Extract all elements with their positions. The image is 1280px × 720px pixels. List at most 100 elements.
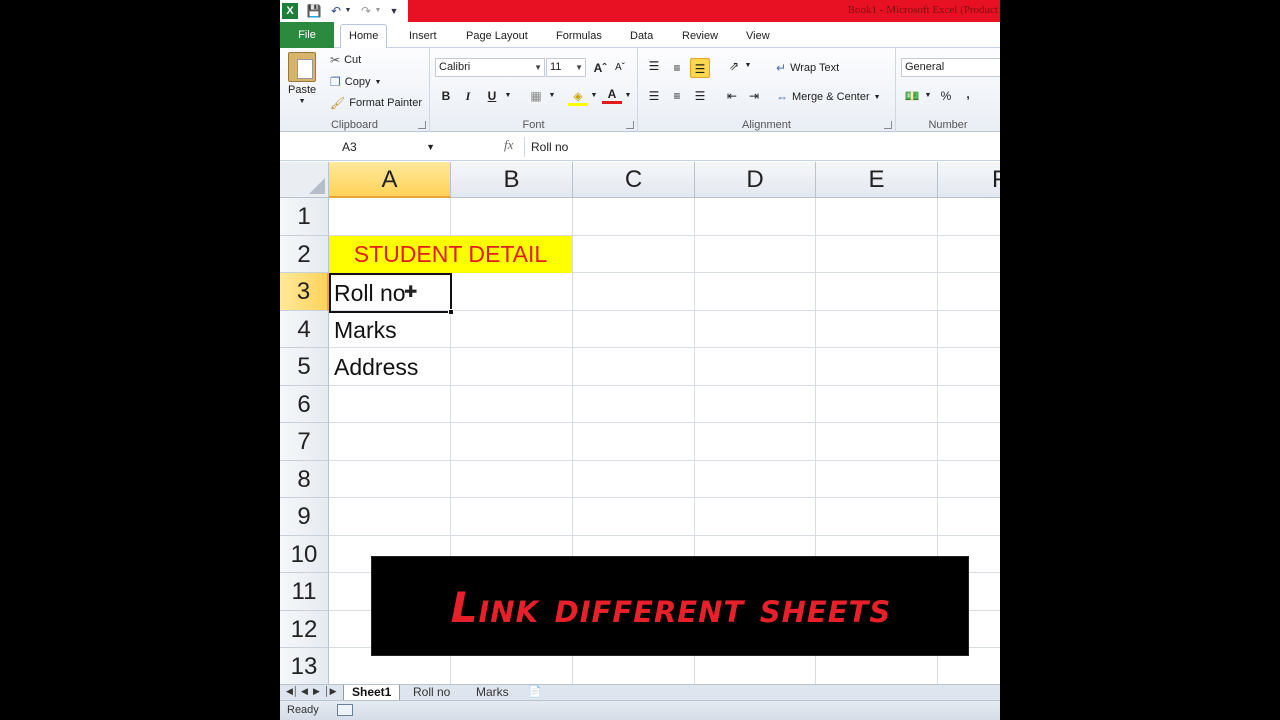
- first-sheet-icon[interactable]: ◀│: [286, 686, 299, 697]
- chevron-down-icon[interactable]: ▼: [738, 56, 758, 76]
- gridline: [329, 535, 1000, 536]
- gridline: [329, 460, 1000, 461]
- merged-cell-student-detail[interactable]: STUDENT DETAIL: [329, 236, 572, 273]
- chevron-down-icon[interactable]: ▼: [374, 3, 382, 19]
- merge-center-button[interactable]: ⇔ Merge & Center ▼: [776, 90, 881, 104]
- sheet-tab-roll-no[interactable]: Roll no: [405, 685, 458, 700]
- column-header-b[interactable]: B: [451, 162, 573, 198]
- italic-button[interactable]: I: [458, 86, 478, 106]
- decrease-indent-icon[interactable]: ⇤: [722, 86, 742, 106]
- previous-sheet-icon[interactable]: ◀: [301, 686, 308, 697]
- undo-icon[interactable]: ↶: [328, 3, 344, 19]
- format-painter-button[interactable]: 🖌 Format Painter: [330, 96, 422, 110]
- grow-font-icon[interactable]: Aˆ: [590, 58, 610, 78]
- row-header-12[interactable]: 12: [280, 611, 329, 648]
- row-header-13[interactable]: 13: [280, 648, 329, 684]
- increase-indent-icon[interactable]: ⇥: [744, 86, 764, 106]
- merge-center-label: Merge & Center: [792, 91, 870, 103]
- dialog-launcher-icon[interactable]: [884, 121, 892, 129]
- insert-sheet-icon[interactable]: 📄: [520, 685, 550, 700]
- chevron-down-icon[interactable]: ▼: [584, 86, 604, 106]
- scissors-icon: ✂: [330, 53, 341, 67]
- align-bottom-icon[interactable]: ☰: [690, 58, 710, 78]
- row-header-3[interactable]: 3: [280, 273, 329, 311]
- row-header-6[interactable]: 6: [280, 386, 329, 423]
- tab-page-layout[interactable]: Page Layout: [458, 25, 536, 47]
- fill-handle[interactable]: [448, 309, 454, 315]
- row-header-8[interactable]: 8: [280, 461, 329, 498]
- chevron-down-icon: ▼: [374, 78, 382, 86]
- column-header-d[interactable]: D: [695, 162, 816, 198]
- row-header-7[interactable]: 7: [280, 423, 329, 461]
- formula-input[interactable]: Roll no: [524, 137, 1000, 157]
- cell-a5[interactable]: Address: [329, 348, 418, 386]
- cut-button[interactable]: ✂ Cut: [330, 53, 361, 67]
- shrink-font-icon[interactable]: Aˇ: [610, 58, 630, 78]
- name-box[interactable]: A3 ▼: [282, 137, 437, 157]
- comma-button[interactable]: ,: [958, 84, 978, 104]
- align-top-icon[interactable]: ☰: [644, 56, 664, 76]
- dialog-launcher-icon[interactable]: [626, 121, 634, 129]
- gridline: [329, 497, 1000, 498]
- cell-a4[interactable]: Marks: [329, 311, 397, 348]
- bold-button[interactable]: B: [436, 86, 456, 106]
- chevron-down-icon[interactable]: ▼: [918, 86, 938, 106]
- row-header-2[interactable]: 2: [280, 236, 329, 273]
- chevron-down-icon[interactable]: ▼: [498, 86, 518, 106]
- row-header-4[interactable]: 4: [280, 311, 329, 348]
- chevron-down-icon[interactable]: ▼: [618, 86, 638, 106]
- row-header-5[interactable]: 5: [280, 348, 329, 386]
- row-header-10[interactable]: 10: [280, 536, 329, 573]
- chevron-down-icon[interactable]: ▼: [426, 137, 435, 157]
- percent-button[interactable]: %: [936, 86, 956, 106]
- tab-data[interactable]: Data: [622, 25, 661, 47]
- tab-formulas[interactable]: Formulas: [548, 25, 610, 47]
- sheet-tab-sheet1[interactable]: Sheet1: [343, 685, 401, 700]
- column-header-f[interactable]: F: [938, 162, 1000, 198]
- row-header-9[interactable]: 9: [280, 498, 329, 536]
- chevron-down-icon: ▼: [534, 63, 542, 72]
- copy-button[interactable]: ❐ Copy ▼: [330, 75, 381, 89]
- dialog-launcher-icon[interactable]: [418, 121, 426, 129]
- customize-icon[interactable]: ▼: [386, 3, 402, 19]
- row-header-11[interactable]: 11: [280, 573, 329, 611]
- tab-view[interactable]: View: [738, 25, 778, 47]
- column-header-c[interactable]: C: [573, 162, 695, 198]
- quick-access-toolbar: X 💾 ↶ ▼ ↷ ▼ ▼: [282, 2, 402, 20]
- cut-label: Cut: [344, 54, 362, 66]
- format-painter-label: Format Painter: [349, 97, 422, 109]
- select-all-button[interactable]: [280, 162, 329, 198]
- font-size-value: 11: [550, 61, 562, 73]
- excel-logo-icon[interactable]: X: [282, 3, 298, 19]
- last-sheet-icon[interactable]: │▶: [324, 686, 337, 697]
- tab-insert[interactable]: Insert: [401, 25, 445, 47]
- wrap-text-button[interactable]: ↵ Wrap Text: [776, 61, 839, 75]
- tab-home[interactable]: Home: [340, 24, 388, 49]
- align-right-icon[interactable]: ☰: [690, 86, 710, 106]
- paste-button[interactable]: Paste ▼: [288, 52, 316, 105]
- chevron-down-icon[interactable]: ▼: [542, 86, 562, 106]
- sheet-tab-marks[interactable]: Marks: [468, 685, 517, 700]
- tab-file[interactable]: File: [280, 22, 334, 48]
- number-format-select[interactable]: General: [901, 58, 1000, 77]
- align-center-icon[interactable]: ≡: [667, 86, 687, 106]
- chevron-down-icon[interactable]: ▼: [344, 3, 352, 19]
- row-header-1[interactable]: 1: [280, 198, 329, 236]
- redo-icon[interactable]: ↷: [358, 3, 374, 19]
- save-icon[interactable]: 💾: [306, 3, 322, 19]
- active-cell-selection: [329, 273, 454, 315]
- next-sheet-icon[interactable]: ▶: [313, 686, 320, 697]
- window-title: Book1 - Microsoft Excel (Product: [847, 4, 998, 16]
- font-name-select[interactable]: Calibri ▼: [435, 58, 545, 77]
- tab-review[interactable]: Review: [674, 25, 726, 47]
- font-size-select[interactable]: 11 ▼: [546, 58, 586, 77]
- align-left-icon[interactable]: ☰: [644, 86, 664, 106]
- align-middle-icon[interactable]: ≡: [667, 58, 687, 78]
- column-header-e[interactable]: E: [816, 162, 938, 198]
- insert-function-icon[interactable]: fx: [504, 137, 513, 153]
- clipboard-group: Paste ▼ ✂ Cut ❐ Copy ▼ 🖌 Format Painter …: [280, 48, 430, 132]
- gridline: [329, 422, 1000, 423]
- ribbon-tabs: File Home Insert Page Layout Formulas Da…: [280, 22, 1000, 49]
- column-header-a[interactable]: A: [329, 162, 451, 198]
- macro-record-icon[interactable]: [337, 704, 353, 716]
